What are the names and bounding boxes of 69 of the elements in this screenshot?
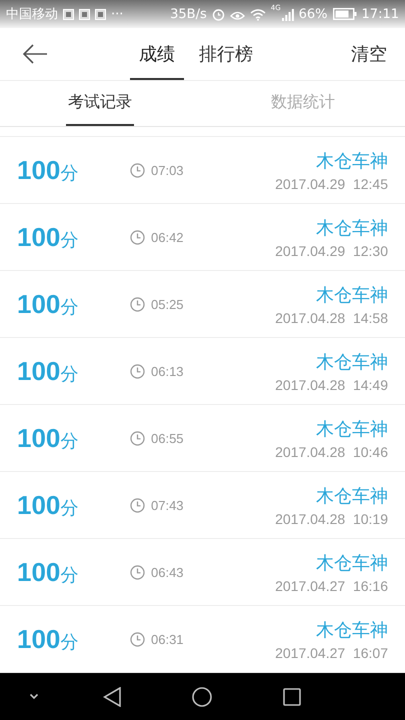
score: 100分 [17,422,80,454]
recent-apps-icon[interactable] [283,688,301,706]
clock-icon [130,632,145,646]
user-name: 木仓车神 [316,150,388,172]
notification-icon [95,8,106,20]
record-date: 2017.04.28 10:46 [275,444,388,460]
record-date: 2017.04.28 10:19 [275,510,388,526]
user-name: 木仓车神 [316,552,388,574]
score: 100分 [17,490,80,520]
header-tab[interactable]: 排行榜 [190,28,262,80]
alarm-icon [212,8,225,20]
duration: 07:43 [151,498,184,512]
clock-icon [130,430,145,446]
clock-time: 17:11 [362,6,399,22]
duration: 07:03 [151,162,184,178]
record-date: 2017.04.27 16:07 [275,644,388,660]
wifi-icon [250,8,266,20]
score: 100分 [17,222,80,252]
user-name: 木仓车神 [316,350,388,374]
clock-icon [130,162,145,178]
record-date: 2017.04.29 12:45 [275,176,388,192]
record-row[interactable]: 100分 07:43 木仓车神 2017.04.28 10:19 [0,472,405,539]
back-icon[interactable] [103,686,121,706]
clock-icon [130,498,145,512]
duration: 06:55 [151,430,184,446]
clock-icon [130,296,145,312]
clock-icon [130,230,145,244]
record-row[interactable]: 100分 05:25 木仓车神 2017.04.28 14:58 [0,271,405,338]
user-name: 木仓车神 [316,284,388,306]
home-icon[interactable] [192,686,212,706]
battery-icon [332,8,357,20]
clock-icon [130,564,145,580]
score: 100分 [17,154,80,186]
duration: 06:43 [151,564,184,580]
record-date: 2017.04.29 12:30 [275,242,388,258]
record-date: 2017.04.28 14:49 [275,376,388,392]
user-name: 木仓车神 [316,618,388,642]
user-name: 木仓车神 [316,216,388,240]
notification-icon [63,8,74,20]
clock-icon [130,364,145,378]
score: 100分 [17,356,80,386]
duration: 06:13 [151,364,184,378]
record-row[interactable]: 100分 06:42 木仓车神 2017.04.29 12:30 [0,204,405,271]
notification-icon [79,8,90,20]
more-notifications: ··· [111,6,124,22]
score: 100分 [17,556,80,588]
score: 100分 [17,624,80,654]
back-arrow-icon[interactable] [22,44,48,64]
battery-percent: 66% [298,6,328,22]
signal-icon [282,8,294,20]
score: 100分 [17,288,80,320]
clear-button[interactable]: 清空 [351,42,387,66]
record-row[interactable]: 100分 07:03 木仓车神 2017.04.29 12:45 [0,137,405,204]
network-speed: 35B/s [170,6,207,22]
record-date: 2017.04.28 14:58 [275,310,388,326]
duration: 05:25 [151,296,184,312]
sub-tab[interactable]: 数据统计 [269,81,337,126]
duration: 06:42 [151,230,184,244]
record-row[interactable]: 100分 06:13 木仓车神 2017.04.28 14:49 [0,338,405,405]
carrier-name: 中国移动 [6,6,58,23]
header-tab[interactable]: 成绩 [130,28,184,80]
chevron-down-icon[interactable] [28,693,38,700]
user-name: 木仓车神 [316,484,388,508]
record-date: 2017.04.27 16:16 [275,578,388,594]
record-row[interactable]: 100分 06:55 木仓车神 2017.04.28 10:46 [0,405,405,472]
duration: 06:31 [151,632,184,646]
user-name: 木仓车神 [316,418,388,440]
sub-tab[interactable]: 考试记录 [66,81,134,126]
record-row[interactable]: 100分 06:43 木仓车神 2017.04.27 16:16 [0,539,405,606]
